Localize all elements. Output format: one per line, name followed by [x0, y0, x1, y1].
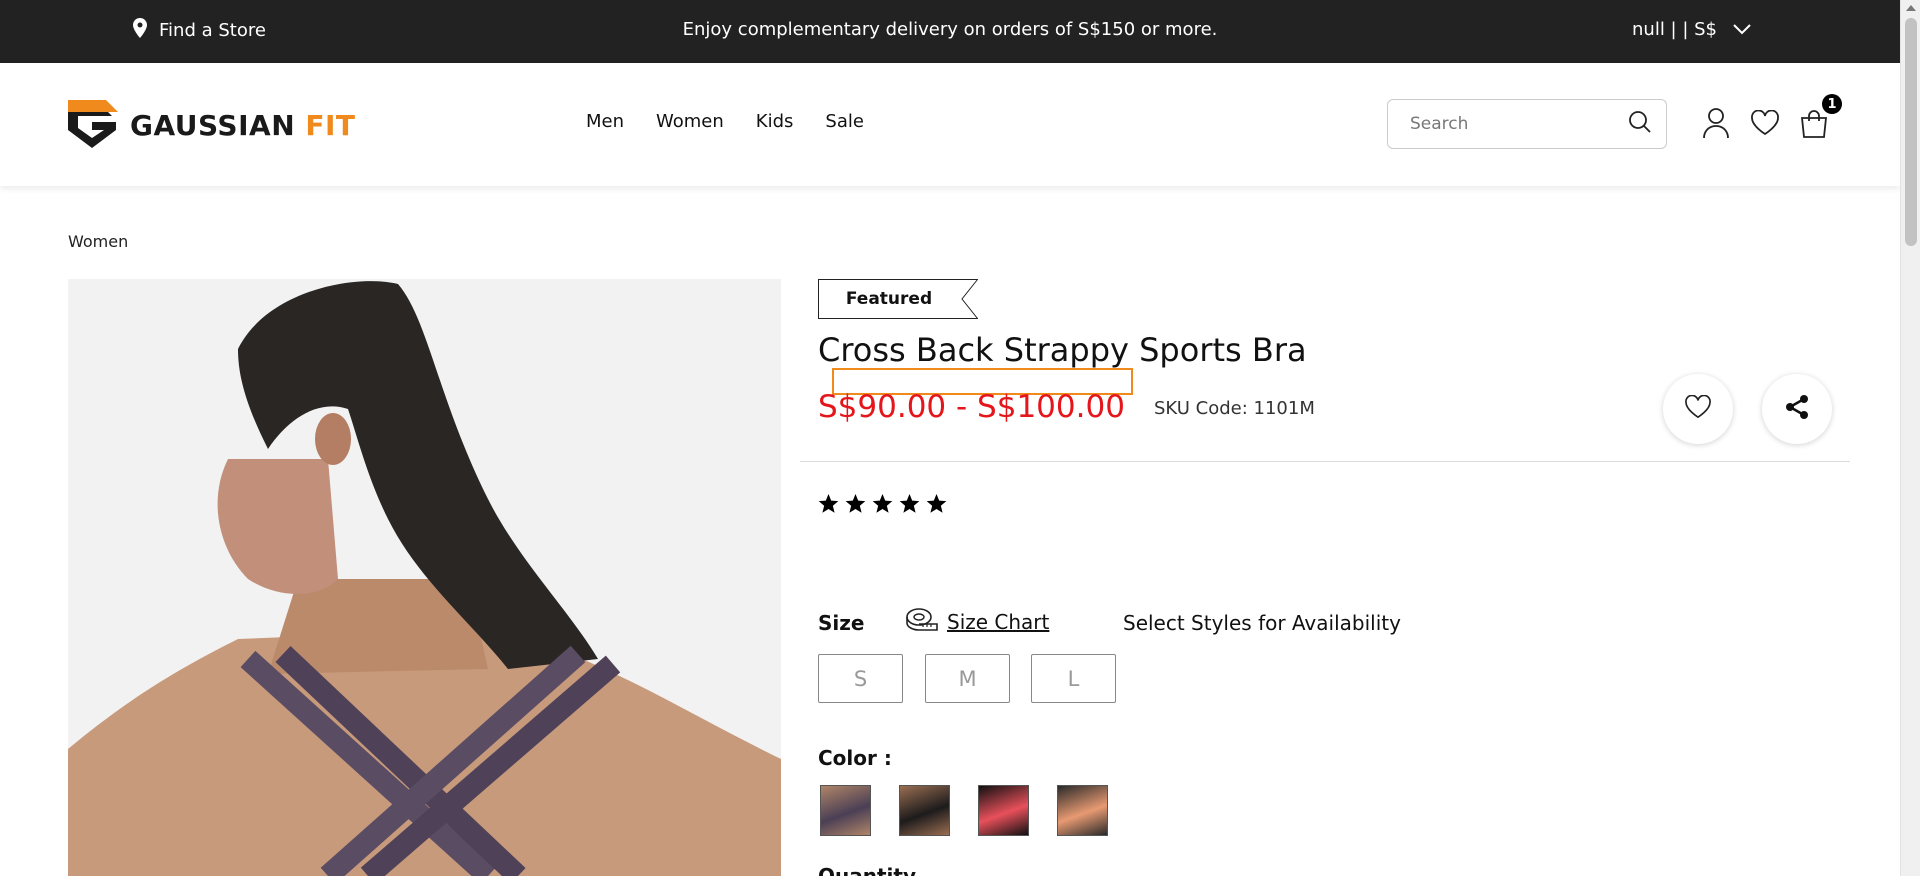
availability-message: Select Styles for Availability [1123, 611, 1401, 635]
sku-code: SKU Code: 1101M [1154, 398, 1315, 419]
quantity-label: Quantity [818, 864, 916, 876]
site-header: GAUSSIAN FIT Men Women Kids Sale [0, 63, 1900, 186]
logo-text-gaussian: GAUSSIAN [130, 108, 296, 142]
purple-swatch[interactable] [820, 785, 871, 836]
page-scrollbar[interactable] [1900, 0, 1920, 876]
color-label: Color : [818, 746, 892, 770]
search-box [1387, 99, 1667, 149]
featured-badge-label: Featured [845, 289, 933, 309]
size-chart-link[interactable]: Size Chart [905, 607, 1049, 636]
currency-label: null | | S$ [1632, 19, 1717, 40]
star-icon [872, 494, 893, 518]
breadcrumb[interactable]: Women [68, 232, 128, 251]
share-button[interactable] [1762, 374, 1832, 444]
product-price: S$90.00 - S$100.00 [818, 389, 1125, 425]
product-title: Cross Back Strappy Sports Bra [818, 331, 1307, 369]
scroll-up-arrow-icon[interactable] [1901, 0, 1920, 16]
black-swatch[interactable] [899, 785, 950, 836]
currency-selector[interactable]: null | | S$ [1632, 19, 1751, 40]
size-option-s[interactable]: S [818, 654, 903, 703]
product-photo-illustration [68, 279, 781, 876]
logo-text-fit: FIT [305, 108, 356, 142]
cart-count-badge: 1 [1822, 94, 1842, 114]
size-option-m[interactable]: M [925, 654, 1010, 703]
nav-men[interactable]: Men [586, 111, 624, 132]
measuring-tape-icon [905, 607, 939, 636]
promo-message: Enjoy complementary delivery on orders o… [682, 19, 1218, 40]
wishlist-heart-icon[interactable] [1750, 109, 1780, 140]
peach-swatch[interactable] [1057, 785, 1108, 836]
star-icon [926, 494, 947, 518]
logo-mark-icon [66, 96, 118, 154]
featured-badge: Featured [818, 279, 979, 323]
top-bar: Find a Store Enjoy complementary deliver… [0, 0, 1900, 63]
add-to-wishlist-button[interactable] [1663, 374, 1733, 444]
shopping-bag-icon[interactable] [1800, 109, 1828, 143]
star-icon [818, 494, 839, 518]
heart-icon [1684, 394, 1712, 423]
search-input[interactable] [1410, 114, 1628, 134]
share-icon [1784, 394, 1810, 424]
scrollbar-thumb[interactable] [1905, 18, 1917, 246]
size-chart-label: Size Chart [947, 609, 1050, 634]
star-rating [818, 494, 947, 518]
find-a-store-label: Find a Store [159, 20, 266, 41]
nav-kids[interactable]: Kids [756, 111, 794, 132]
location-pin-icon [133, 18, 147, 43]
main-nav: Men Women Kids Sale [586, 111, 864, 132]
red-swatch[interactable] [978, 785, 1029, 836]
nav-sale[interactable]: Sale [825, 111, 864, 132]
find-a-store-link[interactable]: Find a Store [133, 18, 266, 43]
star-icon [845, 494, 866, 518]
brand-logo[interactable]: GAUSSIAN FIT [66, 96, 356, 154]
size-label: Size [818, 611, 865, 635]
chevron-down-icon [1733, 19, 1751, 40]
star-icon [899, 494, 920, 518]
size-option-l[interactable]: L [1031, 654, 1116, 703]
section-divider [800, 461, 1850, 462]
search-icon[interactable] [1628, 110, 1652, 138]
account-icon[interactable] [1703, 107, 1729, 143]
product-image[interactable] [68, 279, 781, 876]
nav-women[interactable]: Women [656, 111, 724, 132]
